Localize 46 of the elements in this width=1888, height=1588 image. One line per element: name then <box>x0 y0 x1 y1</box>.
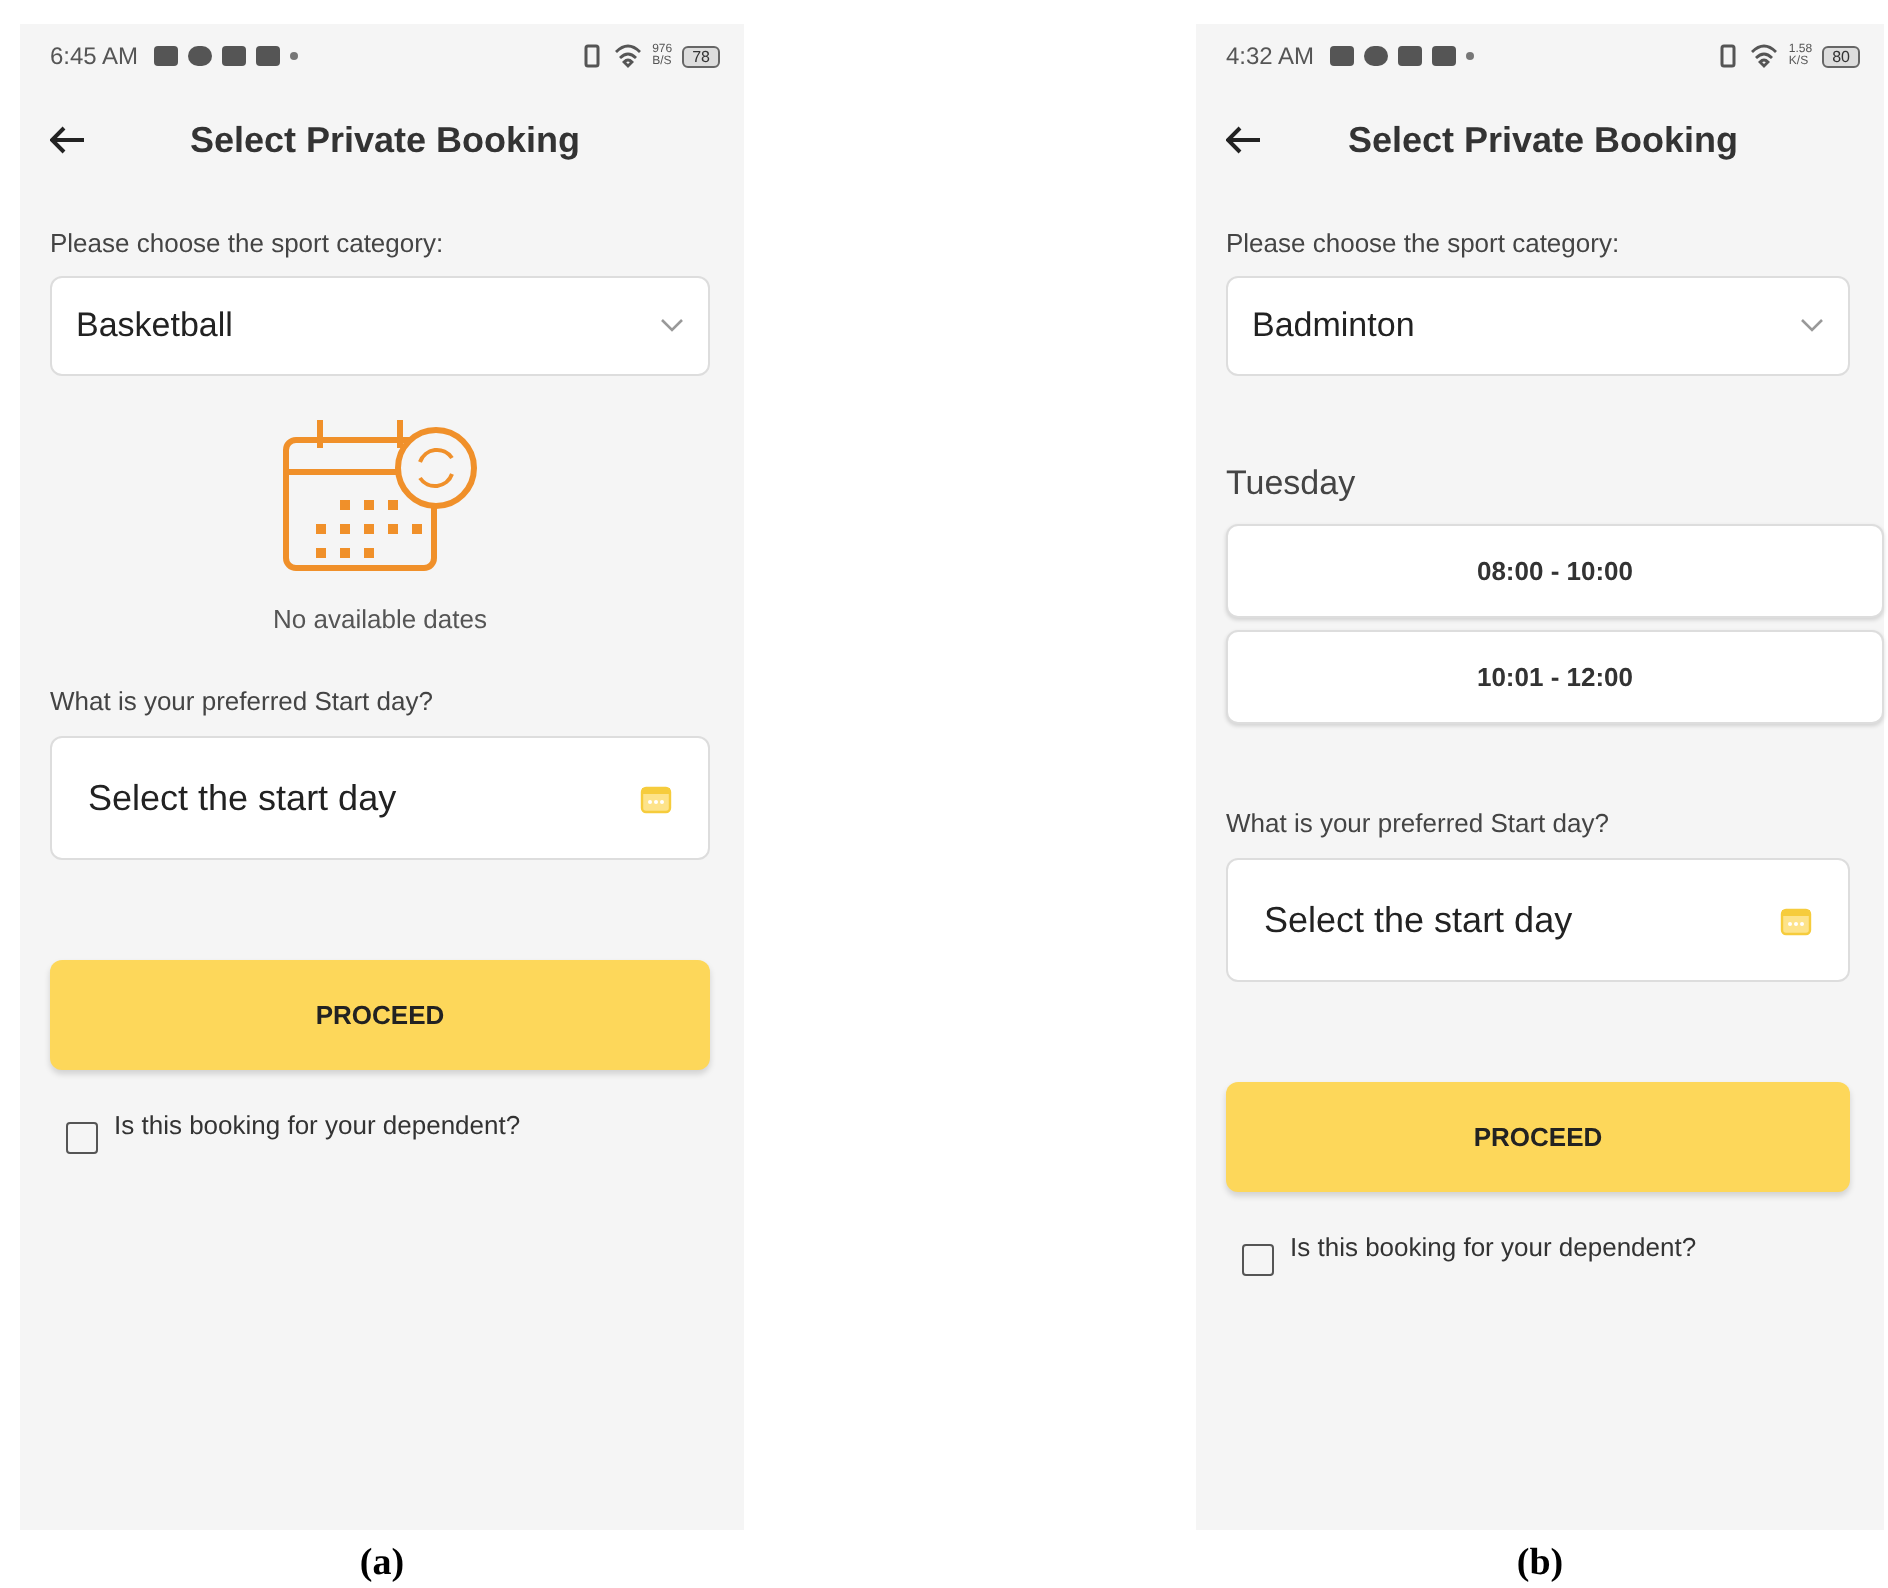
notification-icon <box>1330 46 1355 66</box>
battery-level: 78 <box>682 45 720 67</box>
proceed-button[interactable]: PROCEED <box>50 960 710 1070</box>
start-day-field[interactable]: Select the start day <box>50 736 710 860</box>
dot-icon <box>290 52 299 60</box>
start-day-field[interactable]: Select the start day <box>1226 858 1850 982</box>
chevron-down-icon <box>660 318 684 334</box>
category-label: Please choose the sport category: <box>1226 228 1620 258</box>
dependent-checkbox[interactable] <box>66 1122 98 1154</box>
vibrate-icon <box>1716 44 1741 68</box>
start-day-label: What is your preferred Start day? <box>50 686 433 716</box>
battery-level: 80 <box>1822 45 1860 67</box>
notification-icon <box>222 46 247 66</box>
time-slot-button[interactable]: 08:00 - 10:00 <box>1226 524 1884 618</box>
screen-title: Select Private Booking <box>1345 119 1741 161</box>
notification-icon <box>1432 46 1457 66</box>
start-day-label: What is your preferred Start day? <box>1226 808 1609 838</box>
day-heading: Tuesday <box>1226 464 1358 504</box>
sport-dropdown[interactable]: Badminton <box>1226 276 1850 376</box>
notification-icon <box>154 46 179 66</box>
notification-icon <box>1398 46 1423 66</box>
chevron-down-icon <box>1800 318 1824 334</box>
back-arrow-icon[interactable] <box>1226 126 1262 154</box>
dependent-checkbox[interactable] <box>1242 1244 1274 1276</box>
dependent-label: Is this booking for your dependent? <box>114 1110 521 1140</box>
notification-icon <box>1364 46 1389 66</box>
category-label: Please choose the sport category: <box>50 228 444 258</box>
proceed-button[interactable]: PROCEED <box>1226 1082 1850 1192</box>
status-time: 4:32 AM <box>1226 42 1315 70</box>
figure-caption: (a) <box>359 1542 405 1586</box>
notification-icon <box>256 46 281 66</box>
dependent-label: Is this booking for your dependent? <box>1290 1232 1697 1262</box>
dot-icon <box>1466 52 1475 60</box>
notification-icon <box>188 46 213 66</box>
wifi-icon <box>614 44 643 68</box>
empty-message: No available dates <box>273 604 487 634</box>
status-time: 6:45 AM <box>50 42 139 70</box>
calendar-icon <box>640 782 672 814</box>
vibrate-icon <box>580 44 605 68</box>
wifi-icon <box>1750 44 1779 68</box>
calendar-icon <box>1780 904 1812 936</box>
sport-dropdown[interactable]: Basketball <box>50 276 710 376</box>
time-slot-button[interactable]: 10:01 - 12:00 <box>1226 630 1884 724</box>
back-arrow-icon[interactable] <box>50 126 86 154</box>
screen-title: Select Private Booking <box>187 119 583 161</box>
figure-caption: (b) <box>1516 1542 1564 1586</box>
